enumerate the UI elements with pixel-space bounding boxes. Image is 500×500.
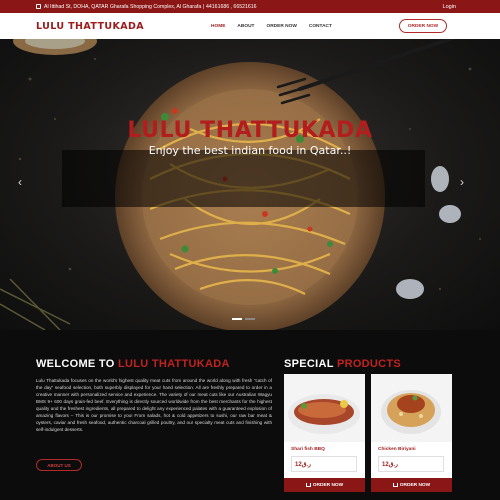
product-card[interactable]: Shari fish BBQ 12ر.ق ORDER NOW (284, 374, 365, 492)
product-order-label: ORDER NOW (399, 482, 431, 488)
welcome-heading: WELCOME TO LULU THATTUKADA (36, 358, 272, 370)
product-image-biriyani[interactable] (371, 374, 452, 442)
hero-slider: ‹ › (0, 39, 500, 330)
product-price: 12ر.ق (291, 456, 357, 472)
about-us-button[interactable]: ABOUT US (36, 459, 82, 471)
cart-icon (305, 483, 311, 487)
product-name: Chicken Biriyani (378, 447, 416, 452)
slide-indicator-1[interactable] (232, 318, 242, 320)
product-order-button[interactable]: ORDER NOW (284, 478, 365, 492)
brand-logo-text[interactable]: LULU THATTUKADA (36, 21, 144, 32)
address-line: Al Ittihad St, DOHA, QATAR Gharafa Shopp… (36, 4, 257, 10)
nav-menu: HOME ABOUT ORDER NOW CONTACT (211, 13, 332, 39)
product-card[interactable]: Chicken Biriyani 12ر.ق ORDER NOW (371, 374, 452, 492)
special-heading-highlight: PRODUCTS (336, 358, 402, 370)
welcome-section: WELCOME TO LULU THATTUKADA Lulu Thattuka… (36, 358, 272, 433)
slide-indicator-2[interactable] (245, 318, 255, 320)
top-info-bar: Al Ittihad St, DOHA, QATAR Gharafa Shopp… (0, 0, 500, 13)
login-link[interactable]: Login (443, 4, 456, 10)
nav-item-contact[interactable]: CONTACT (309, 24, 332, 29)
welcome-heading-highlight: LULU THATTUKADA (117, 358, 230, 370)
special-heading-prefix: SPECIAL (284, 358, 337, 370)
caption-band (62, 150, 425, 207)
welcome-heading-prefix: WELCOME TO (36, 358, 118, 370)
phone-text: 44161686 , 66521616 (206, 3, 257, 10)
location-icon (36, 4, 41, 9)
cart-icon (392, 483, 398, 487)
product-name: Shari fish BBQ (291, 447, 325, 452)
product-order-label: ORDER NOW (312, 482, 344, 488)
nav-item-order-now[interactable]: ORDER NOW (266, 24, 296, 29)
special-products-heading: SPECIAL PRODUCTS (284, 358, 401, 370)
slider-next-arrow[interactable]: › (460, 175, 464, 189)
product-price: 12ر.ق (378, 456, 444, 472)
main-navbar: LULU THATTUKADA HOME ABOUT ORDER NOW CON… (0, 13, 500, 39)
hero-title: LULU THATTUKADA (127, 118, 373, 143)
welcome-body: Lulu Thattukada focuses on the world's h… (36, 378, 272, 432)
order-now-button[interactable]: ORDER NOW (399, 19, 447, 33)
slider-prev-arrow[interactable]: ‹ (18, 175, 22, 189)
address-text: Al Ittihad St, DOHA, QATAR Gharafa Shopp… (44, 3, 205, 10)
nav-item-home[interactable]: HOME (211, 24, 225, 29)
nav-item-about[interactable]: ABOUT (237, 24, 254, 29)
hero-subtitle: Enjoy the best indian food in Qatar..! (148, 144, 352, 157)
product-image-fish[interactable] (284, 374, 365, 442)
product-order-button[interactable]: ORDER NOW (371, 478, 452, 492)
slider-indicators (232, 318, 255, 320)
special-products-heading-wrap: SPECIAL PRODUCTS (284, 358, 401, 370)
